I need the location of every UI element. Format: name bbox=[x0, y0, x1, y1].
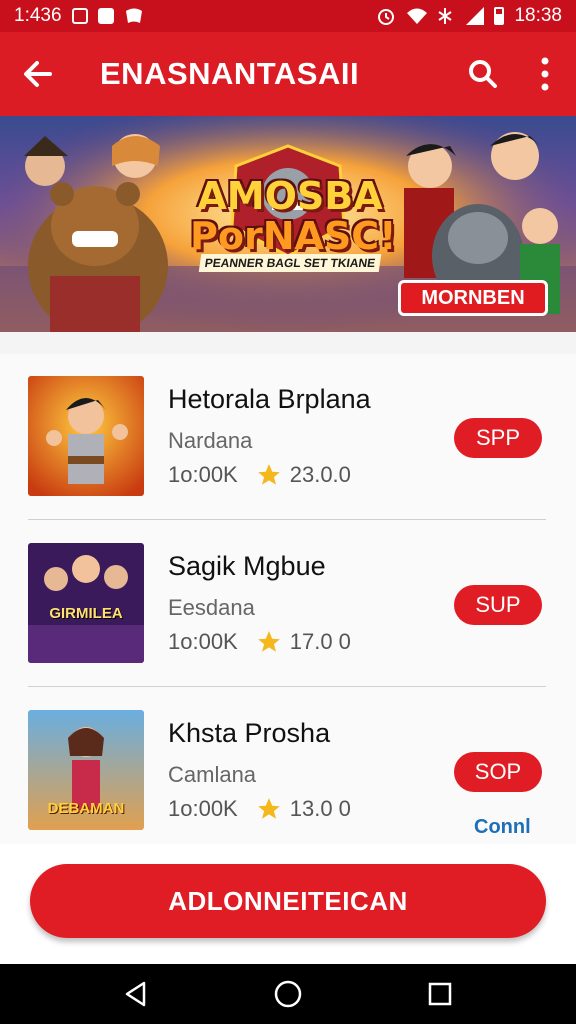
divider bbox=[28, 686, 546, 687]
banner-title-line1: AMOSBA bbox=[197, 174, 383, 218]
install-button[interactable]: SOP bbox=[454, 752, 542, 792]
star-icon bbox=[257, 464, 280, 485]
game-icon bbox=[124, 7, 144, 25]
game-rating-value: 13.0 0 bbox=[289, 796, 351, 821]
app-title: ENASNANTASAII bbox=[100, 56, 360, 91]
game-name: Hetorala Brplana bbox=[168, 384, 371, 414]
divider bbox=[28, 519, 546, 520]
system-nav-bar bbox=[0, 964, 576, 1024]
home-nav-icon[interactable] bbox=[258, 964, 318, 1024]
banner-title: AMOSBA PorNASC! bbox=[190, 174, 397, 258]
game-thumbnail: DEBAMAN bbox=[28, 710, 144, 830]
thumb-label: DEBAMAN bbox=[47, 800, 125, 817]
status-time-right: 18:38 bbox=[514, 5, 562, 26]
signal-icon bbox=[466, 7, 485, 25]
game-name: Sagik Mgbue bbox=[168, 551, 326, 581]
star-icon bbox=[257, 798, 280, 819]
game-thumbnail bbox=[28, 376, 144, 496]
game-rating: 23.0.0 bbox=[256, 462, 351, 488]
alarm-icon bbox=[376, 7, 396, 25]
banner-subtitle: PEANNER BAGL SET TKIANE bbox=[198, 254, 382, 272]
game-list: Hetorala Brplana Nardana 1o:00K 23.0.0 S… bbox=[0, 354, 576, 844]
status-time-left: 1:436 bbox=[14, 5, 62, 26]
thumb-label: GIRMILEA bbox=[49, 605, 123, 622]
app-bar: ENASNANTASAII bbox=[0, 32, 576, 116]
back-nav-icon[interactable] bbox=[106, 964, 166, 1024]
game-rating-value: 23.0.0 bbox=[289, 462, 351, 487]
back-arrow-icon[interactable] bbox=[0, 32, 76, 116]
recents-nav-icon[interactable] bbox=[410, 964, 470, 1024]
search-icon[interactable] bbox=[452, 32, 514, 116]
game-developer: Eesdana bbox=[168, 595, 255, 620]
more-vert-icon[interactable] bbox=[514, 32, 576, 116]
wifi-icon bbox=[406, 7, 428, 25]
battery-icon bbox=[494, 7, 505, 25]
bluetooth-icon bbox=[436, 7, 456, 25]
game-downloads: 1o:00K bbox=[168, 796, 238, 821]
install-button[interactable]: SUP bbox=[454, 585, 542, 625]
game-name: Khsta Prosha bbox=[168, 718, 331, 748]
game-downloads: 1o:00K bbox=[168, 462, 238, 487]
banner-title-line2: PorNASC! bbox=[190, 214, 397, 258]
game-meta: 1o:00K 23.0.0 bbox=[168, 462, 351, 488]
install-button[interactable]: SPP bbox=[454, 418, 542, 458]
list-item[interactable]: GIRMILEA Sagik Mgbue Eesdana 1o:00K 17.0… bbox=[0, 521, 576, 686]
game-downloads: 1o:00K bbox=[168, 629, 238, 654]
game-thumbnail: GIRMILEA bbox=[28, 543, 144, 663]
list-item[interactable]: Hetorala Brplana Nardana 1o:00K 23.0.0 S… bbox=[0, 354, 576, 519]
status-bar: 1:436 18:38 bbox=[0, 0, 576, 32]
game-rating: 17.0 0 bbox=[256, 629, 351, 655]
banner-button[interactable]: MORNBEN bbox=[398, 280, 548, 316]
star-icon bbox=[257, 631, 280, 652]
game-meta: 1o:00K 17.0 0 bbox=[168, 629, 351, 655]
game-meta: 1o:00K 13.0 0 bbox=[168, 796, 351, 822]
game-developer: Camlana bbox=[168, 762, 257, 787]
main-action-button[interactable]: ADLONNEITEICAN bbox=[30, 864, 546, 938]
image-icon bbox=[71, 8, 88, 24]
game-rating: 13.0 0 bbox=[256, 796, 351, 822]
promo-banner[interactable]: AMOSBA PorNASC! PEANNER BAGL SET TKIANE … bbox=[0, 116, 576, 332]
stop-icon bbox=[97, 8, 114, 24]
connection-link[interactable]: Connl bbox=[474, 816, 531, 839]
game-rating-value: 17.0 0 bbox=[289, 629, 351, 654]
game-developer: Nardana bbox=[168, 428, 253, 453]
